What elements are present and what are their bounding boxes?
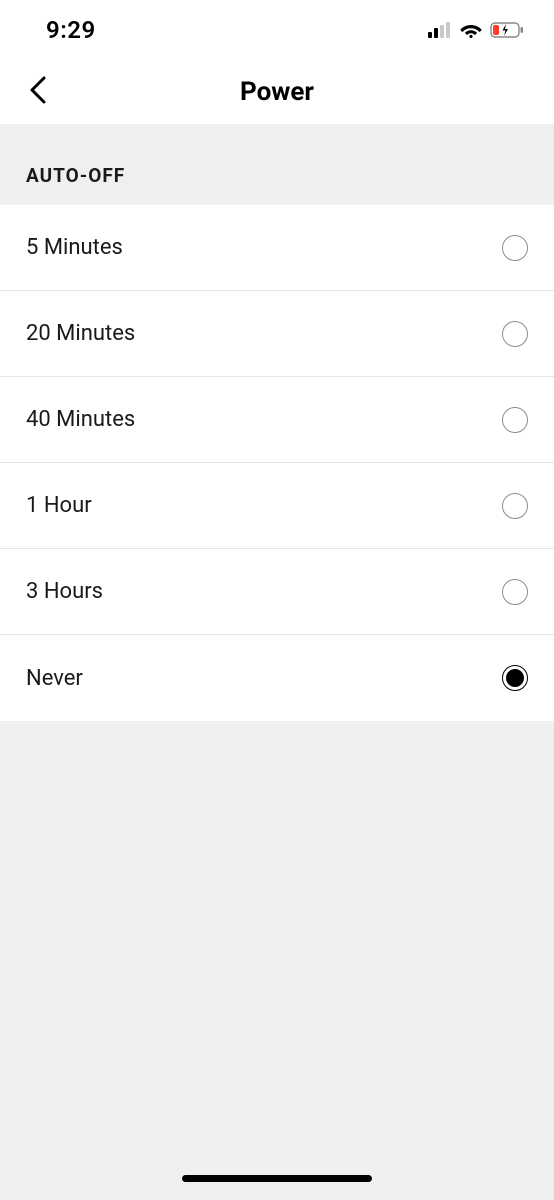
- chevron-left-icon: [28, 75, 48, 109]
- option-label: 3 Hours: [26, 579, 103, 604]
- option-label: Never: [26, 666, 83, 691]
- option-label: 1 Hour: [26, 493, 92, 518]
- back-button[interactable]: [20, 74, 56, 110]
- option-label: 5 Minutes: [26, 235, 123, 260]
- status-bar: 9:29: [0, 0, 554, 60]
- cellular-signal-icon: [428, 22, 452, 38]
- radio-button[interactable]: [502, 493, 528, 519]
- nav-header: Power: [0, 60, 554, 124]
- radio-dot-icon: [506, 669, 524, 687]
- auto-off-option-list: 5 Minutes 20 Minutes 40 Minutes 1 Hour 3 Hou…: [0, 205, 554, 721]
- auto-off-option-row[interactable]: 5 Minutes: [0, 205, 554, 291]
- radio-button[interactable]: [502, 321, 528, 347]
- section-title: AUTO-OFF: [26, 164, 528, 187]
- wifi-icon: [460, 22, 482, 38]
- auto-off-option-row[interactable]: 20 Minutes: [0, 291, 554, 377]
- home-indicator: [182, 1175, 372, 1182]
- screen: 9:29: [0, 0, 554, 1200]
- auto-off-option-row[interactable]: Never: [0, 635, 554, 721]
- auto-off-option-row[interactable]: 3 Hours: [0, 549, 554, 635]
- radio-button[interactable]: [502, 235, 528, 261]
- auto-off-option-row[interactable]: 40 Minutes: [0, 377, 554, 463]
- status-time: 9:29: [46, 16, 96, 44]
- auto-off-option-row[interactable]: 1 Hour: [0, 463, 554, 549]
- radio-button[interactable]: [502, 579, 528, 605]
- radio-button[interactable]: [502, 407, 528, 433]
- battery-low-charging-icon: [490, 22, 524, 38]
- status-icons: [428, 22, 524, 38]
- section-header: AUTO-OFF: [0, 124, 554, 205]
- option-label: 20 Minutes: [26, 321, 135, 346]
- page-title: Power: [240, 77, 314, 107]
- option-label: 40 Minutes: [26, 407, 135, 432]
- radio-button[interactable]: [502, 665, 528, 691]
